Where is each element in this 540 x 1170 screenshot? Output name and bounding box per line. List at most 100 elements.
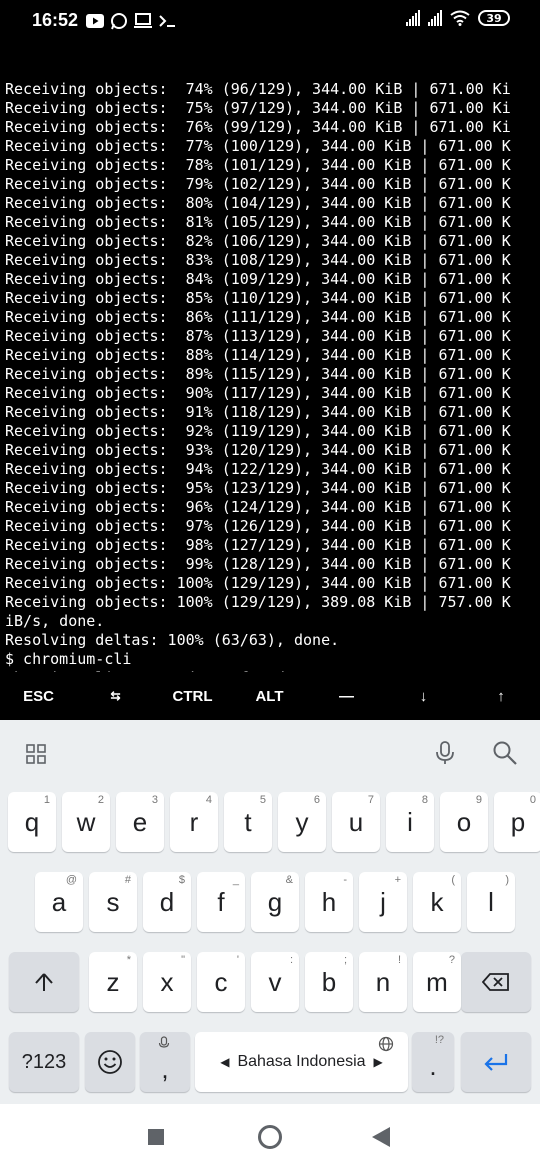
- terminal-line: Receiving objects: 83% (108/129), 344.00…: [5, 251, 511, 269]
- terminal-line: Receiving objects: 94% (122/129), 344.00…: [5, 460, 511, 478]
- key-label: i: [407, 806, 413, 837]
- emoji-icon: [98, 1050, 122, 1074]
- key-label: e: [132, 806, 148, 837]
- key-s[interactable]: # s: [89, 872, 137, 932]
- key-label: x: [160, 966, 174, 997]
- key-label: f: [217, 886, 225, 917]
- status-bar: 16:52 39: [0, 0, 540, 42]
- key-label: j: [380, 886, 386, 917]
- period-key[interactable]: !? .: [412, 1032, 454, 1092]
- key-i[interactable]: 8i: [386, 792, 434, 852]
- space-right-arrow-icon: ▶: [373, 1055, 383, 1069]
- terminal-line: $ chromium-cli: [5, 650, 132, 668]
- key-b[interactable]: ; b: [305, 952, 353, 1012]
- space-language-label: Bahasa Indonesia: [237, 1053, 366, 1070]
- key-j[interactable]: + j: [359, 872, 407, 932]
- key-w[interactable]: 2w: [62, 792, 110, 852]
- apps-grid-icon[interactable]: [26, 744, 46, 764]
- keyboard-toolbar: [0, 720, 540, 782]
- terminal-line: Receiving objects: 93% (120/129), 344.00…: [5, 441, 511, 459]
- tab-key[interactable]: ⇆: [77, 672, 154, 720]
- key-label: k: [430, 886, 444, 917]
- terminal-line: iB/s, done.: [5, 612, 105, 630]
- symbols-key[interactable]: ?123: [9, 1032, 79, 1092]
- key-r[interactable]: 4r: [170, 792, 218, 852]
- shift-key[interactable]: [9, 952, 79, 1012]
- terminal-output[interactable]: Receiving objects: 74% (96/129), 344.00 …: [0, 42, 540, 672]
- key-label: t: [244, 806, 252, 837]
- key-q[interactable]: 1q: [8, 792, 56, 852]
- arrow-down-key[interactable]: ↓: [385, 672, 462, 720]
- key-t[interactable]: 5t: [224, 792, 272, 852]
- key-hint: :: [289, 954, 293, 966]
- terminal-icon: [159, 15, 175, 27]
- signal-1-icon: [406, 10, 420, 26]
- key-label: q: [24, 806, 40, 837]
- enter-key[interactable]: [461, 1032, 531, 1092]
- terminal-line: Receiving objects: 80% (104/129), 344.00…: [5, 194, 511, 212]
- terminal-line: Receiving objects: 89% (115/129), 344.00…: [5, 365, 511, 383]
- key-p[interactable]: 0p: [494, 792, 540, 852]
- key-u[interactable]: 7u: [332, 792, 380, 852]
- arrow-up-key[interactable]: ↑: [462, 672, 540, 720]
- back-triangle-icon[interactable]: [372, 1127, 390, 1147]
- key-hint: !: [397, 954, 401, 966]
- key-m[interactable]: ? m: [413, 952, 461, 1012]
- key-label: c: [214, 966, 228, 997]
- key-label: y: [295, 806, 309, 837]
- key-label: s: [106, 886, 120, 917]
- key-hint: ?: [448, 954, 455, 966]
- key-h[interactable]: -h: [305, 872, 353, 932]
- battery-icon: 39: [478, 10, 510, 26]
- key-g[interactable]: & g: [251, 872, 299, 932]
- key-label: p: [510, 806, 526, 837]
- key-hint: ": [181, 954, 185, 966]
- terminal-line: Resolving deltas: 100% (63/63), done.: [5, 631, 340, 649]
- key-k[interactable]: (k: [413, 872, 461, 932]
- terminal-line: Receiving objects: 95% (123/129), 344.00…: [5, 479, 511, 497]
- key-label: u: [348, 806, 364, 837]
- microphone-icon[interactable]: [434, 740, 456, 766]
- terminal-line: Receiving objects: 85% (110/129), 344.00…: [5, 289, 511, 307]
- esc-key[interactable]: ESC: [0, 672, 77, 720]
- search-icon[interactable]: [492, 740, 518, 766]
- status-time: 16:52: [32, 10, 79, 30]
- comma-key[interactable]: ,: [140, 1032, 190, 1092]
- recents-square-icon[interactable]: [148, 1129, 164, 1145]
- emoji-key[interactable]: [85, 1032, 135, 1092]
- key-d[interactable]: $ d: [143, 872, 191, 932]
- alt-key[interactable]: ALT: [231, 672, 308, 720]
- home-circle-icon[interactable]: [257, 1124, 283, 1150]
- key-y[interactable]: 6y: [278, 792, 326, 852]
- key-hint: -: [343, 874, 347, 886]
- key-n[interactable]: ! n: [359, 952, 407, 1012]
- terminal-line: Receiving objects: 97% (126/129), 344.00…: [5, 517, 511, 535]
- key-z[interactable]: * z: [89, 952, 137, 1012]
- terminal-line: Receiving objects: 86% (111/129), 344.00…: [5, 308, 511, 326]
- key-label: n: [375, 966, 391, 997]
- key-hint: 8: [421, 794, 428, 806]
- key-v[interactable]: :v: [251, 952, 299, 1012]
- wifi-icon: [450, 10, 470, 26]
- key-c[interactable]: ' c: [197, 952, 245, 1012]
- ctrl-key[interactable]: CTRL: [154, 672, 231, 720]
- key-label: d: [159, 886, 175, 917]
- key-hint: 9: [475, 794, 482, 806]
- terminal-line: Receiving objects: 100% (129/129), 389.0…: [5, 593, 511, 611]
- key-l[interactable]: ) l: [467, 872, 515, 932]
- key-x[interactable]: " x: [143, 952, 191, 1012]
- key-label: a: [51, 886, 67, 917]
- key-label: r: [189, 806, 199, 837]
- navigation-bar: [0, 1104, 540, 1170]
- terminal-line: Receiving objects: 78% (101/129), 344.00…: [5, 156, 511, 174]
- dash-key[interactable]: —: [308, 672, 385, 720]
- key-a[interactable]: @ a: [35, 872, 83, 932]
- terminal-line: Receiving objects: 88% (114/129), 344.00…: [5, 346, 511, 364]
- key-hint: _: [232, 874, 239, 886]
- space-key[interactable]: ◀ Bahasa Indonesia ▶: [195, 1032, 408, 1092]
- key-o[interactable]: 9o: [440, 792, 488, 852]
- backspace-key[interactable]: [461, 952, 531, 1012]
- key-e[interactable]: 3e: [116, 792, 164, 852]
- key-hint: &: [285, 874, 293, 886]
- key-f[interactable]: _ f: [197, 872, 245, 932]
